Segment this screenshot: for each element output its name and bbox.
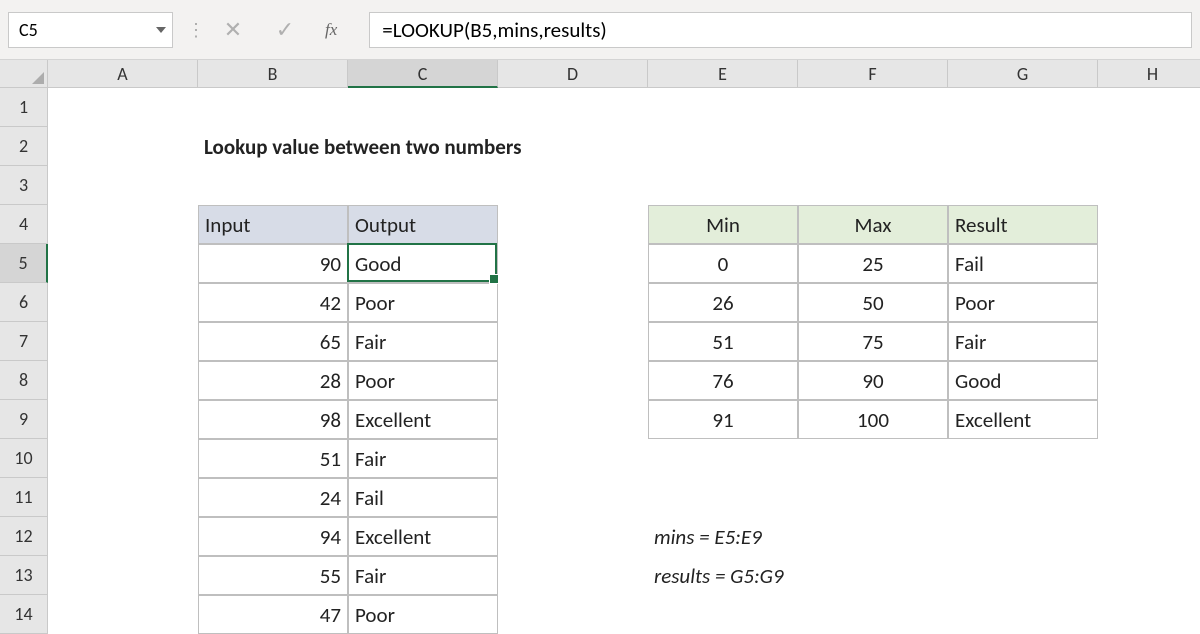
max-cell[interactable]: 25 <box>798 244 948 283</box>
output-cell[interactable]: Excellent <box>348 400 498 439</box>
column-header[interactable]: G <box>948 60 1098 88</box>
output-cell[interactable]: Poor <box>348 595 498 634</box>
formula-bar: C5 ⋮ ✕ ✓ fx =LOOKUP(B5,mins,results) <box>0 0 1200 60</box>
chevron-down-icon[interactable] <box>156 27 166 33</box>
output-cell[interactable]: Fair <box>348 556 498 595</box>
column-header[interactable]: E <box>648 60 798 88</box>
row-header[interactable]: 12 <box>0 517 48 556</box>
input-cell[interactable]: 90 <box>198 244 348 283</box>
column-header[interactable]: D <box>498 60 648 88</box>
output-cell[interactable]: Poor <box>348 283 498 322</box>
result-cell[interactable]: Excellent <box>948 400 1098 439</box>
cancel-icon[interactable]: ✕ <box>221 19 245 41</box>
min-cell[interactable]: 91 <box>648 400 798 439</box>
row-header[interactable]: 14 <box>0 595 48 634</box>
row-header[interactable]: 4 <box>0 205 48 244</box>
input-cell[interactable]: 65 <box>198 322 348 361</box>
max-cell[interactable]: 90 <box>798 361 948 400</box>
input-cell[interactable]: 24 <box>198 478 348 517</box>
output-cell[interactable]: Poor <box>348 361 498 400</box>
select-all-corner[interactable] <box>0 60 48 88</box>
row-header[interactable]: 13 <box>0 556 48 595</box>
max-header: Max <box>798 205 948 244</box>
row-header[interactable]: 1 <box>0 88 48 127</box>
row-header[interactable]: 3 <box>0 166 48 205</box>
resize-handle-icon[interactable]: ⋮ <box>187 19 201 41</box>
row-header[interactable]: 2 <box>0 127 48 166</box>
output-header: Output <box>348 205 498 244</box>
output-cell[interactable]: Fair <box>348 322 498 361</box>
note-results: results = G5:G9 <box>648 556 948 595</box>
page-title: Lookup value between two numbers <box>198 127 798 166</box>
output-cell[interactable]: Fail <box>348 478 498 517</box>
input-cell[interactable]: 47 <box>198 595 348 634</box>
row-header[interactable]: 8 <box>0 361 48 400</box>
max-cell[interactable]: 75 <box>798 322 948 361</box>
input-cell[interactable]: 51 <box>198 439 348 478</box>
formula-input[interactable]: =LOOKUP(B5,mins,results) <box>369 12 1192 48</box>
input-cell[interactable]: 28 <box>198 361 348 400</box>
column-headers: ABCDEFGH <box>48 60 1200 88</box>
result-cell[interactable]: Poor <box>948 283 1098 322</box>
column-header[interactable]: C <box>348 60 498 88</box>
input-cell[interactable]: 98 <box>198 400 348 439</box>
input-cell[interactable]: 42 <box>198 283 348 322</box>
column-header[interactable]: H <box>1098 60 1200 88</box>
input-cell[interactable]: 55 <box>198 556 348 595</box>
row-header[interactable]: 5 <box>0 244 48 283</box>
column-header[interactable]: F <box>798 60 948 88</box>
column-header[interactable]: B <box>198 60 348 88</box>
result-cell[interactable]: Good <box>948 361 1098 400</box>
fx-icon[interactable]: fx <box>325 20 337 40</box>
row-header[interactable]: 6 <box>0 283 48 322</box>
formula-bar-buttons: ✕ ✓ fx <box>201 19 357 41</box>
min-cell[interactable]: 51 <box>648 322 798 361</box>
name-box-value: C5 <box>19 19 38 41</box>
result-header: Result <box>948 205 1098 244</box>
output-cell[interactable]: Good <box>348 244 498 283</box>
note-mins: mins = E5:E9 <box>648 517 948 556</box>
enter-icon[interactable]: ✓ <box>273 19 297 41</box>
output-cell[interactable]: Excellent <box>348 517 498 556</box>
row-header[interactable]: 7 <box>0 322 48 361</box>
result-cell[interactable]: Fail <box>948 244 1098 283</box>
column-header[interactable]: A <box>48 60 198 88</box>
row-header[interactable]: 10 <box>0 439 48 478</box>
row-header[interactable]: 11 <box>0 478 48 517</box>
min-header: Min <box>648 205 798 244</box>
output-cell[interactable]: Fair <box>348 439 498 478</box>
input-cell[interactable]: 94 <box>198 517 348 556</box>
min-cell[interactable]: 26 <box>648 283 798 322</box>
input-header: Input <box>198 205 348 244</box>
min-cell[interactable]: 76 <box>648 361 798 400</box>
max-cell[interactable]: 100 <box>798 400 948 439</box>
max-cell[interactable]: 50 <box>798 283 948 322</box>
row-headers: 1234567891011121314 <box>0 88 48 634</box>
result-cell[interactable]: Fair <box>948 322 1098 361</box>
name-box[interactable]: C5 <box>8 12 173 48</box>
min-cell[interactable]: 0 <box>648 244 798 283</box>
row-header[interactable]: 9 <box>0 400 48 439</box>
formula-text: =LOOKUP(B5,mins,results) <box>382 17 607 43</box>
